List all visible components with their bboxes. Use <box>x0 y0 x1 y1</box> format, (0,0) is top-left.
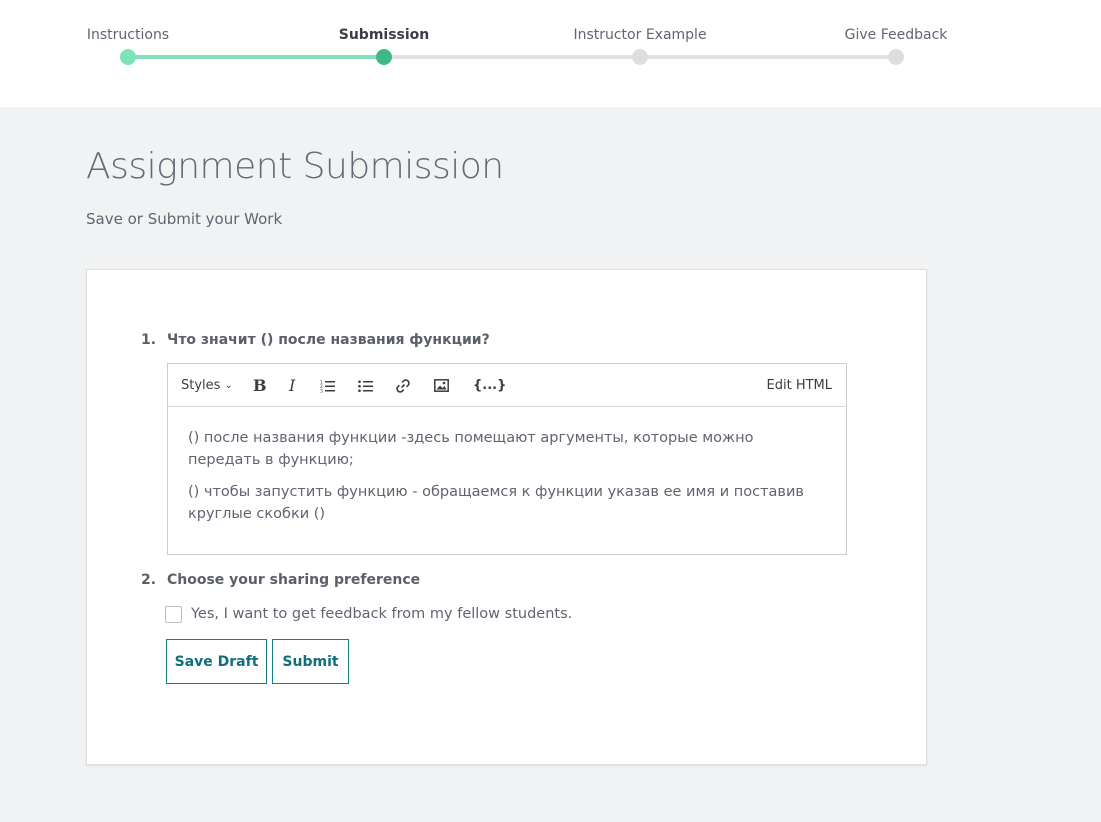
progress-stepper: Instructions Submission Instructor Examp… <box>0 0 1101 107</box>
progress-track-complete <box>128 55 384 59</box>
ordered-list-icon: 1 2 3 <box>320 379 336 393</box>
styles-dropdown-label: Styles <box>181 378 221 393</box>
question-1-number: 1. <box>141 332 157 348</box>
styles-dropdown[interactable]: Styles ⌄ <box>181 364 233 407</box>
step-dot-instructions[interactable] <box>120 49 136 65</box>
italic-button[interactable]: I <box>289 364 295 407</box>
feedback-checkbox[interactable] <box>165 606 182 623</box>
step-dot-instructor-example[interactable] <box>632 49 648 65</box>
step-dot-submission[interactable] <box>376 49 392 65</box>
question-2-text: Choose your sharing preference <box>167 572 421 588</box>
question-1-text: Что значит () после названия функции? <box>167 332 490 348</box>
rich-text-editor[interactable]: Styles ⌄ B I 1 2 3 {...} Edit HTML () по… <box>167 363 847 555</box>
step-give-feedback[interactable]: Give Feedback <box>845 27 948 43</box>
step-submission[interactable]: Submission <box>339 27 430 43</box>
bullet-list-icon <box>358 379 374 393</box>
page-subtitle: Save or Submit your Work <box>86 210 283 228</box>
bullet-list-button[interactable] <box>358 364 374 407</box>
save-draft-button[interactable]: Save Draft <box>166 639 267 684</box>
submit-button[interactable]: Submit <box>272 639 349 684</box>
image-icon <box>434 379 449 392</box>
step-dot-give-feedback[interactable] <box>888 49 904 65</box>
editor-paragraph: () после названия функции -здесь помещаю… <box>188 430 754 468</box>
editor-content[interactable]: () после названия функции -здесь помещаю… <box>168 407 846 555</box>
svg-text:3: 3 <box>320 388 323 393</box>
feedback-checkbox-label[interactable]: Yes, I want to get feedback from my fell… <box>191 606 572 622</box>
edit-html-button[interactable]: Edit HTML <box>767 364 832 407</box>
editor-toolbar: Styles ⌄ B I 1 2 3 {...} Edit HTML <box>168 364 846 407</box>
bold-button[interactable]: B <box>253 364 267 407</box>
ordered-list-button[interactable]: 1 2 3 <box>320 364 336 407</box>
code-block-button[interactable]: {...} <box>473 364 506 407</box>
step-instructor-example[interactable]: Instructor Example <box>573 27 706 43</box>
submission-card: 1. Что значит () после названия функции?… <box>86 269 927 765</box>
chevron-down-icon: ⌄ <box>224 380 233 391</box>
page-title: Assignment Submission <box>86 146 504 187</box>
link-button[interactable] <box>396 364 410 407</box>
step-instructions[interactable]: Instructions <box>87 27 169 43</box>
question-2-number: 2. <box>141 572 157 588</box>
editor-paragraph: () чтобы запустить функцию - обращаемся … <box>188 484 804 522</box>
image-button[interactable] <box>434 364 449 407</box>
link-icon <box>396 378 410 393</box>
